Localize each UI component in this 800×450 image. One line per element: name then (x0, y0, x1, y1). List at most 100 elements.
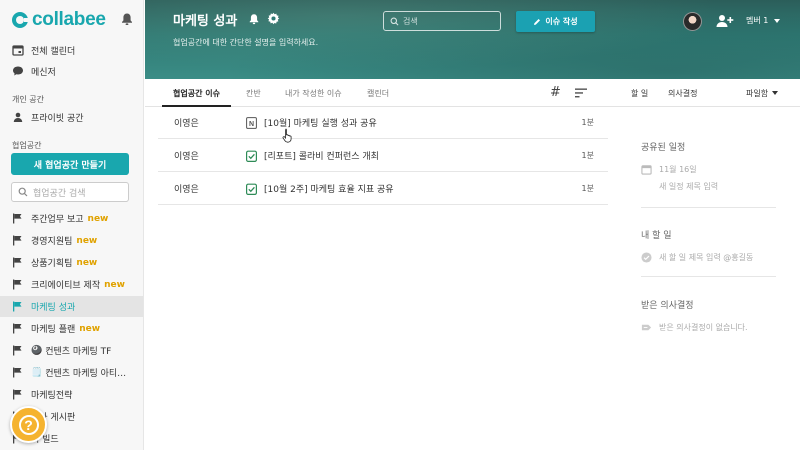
sidebar-space-label: 마케팅전략 (31, 391, 73, 401)
issue-author: 이영은 (174, 119, 199, 129)
sidebar-space-label: 크리에이티브 제작 (31, 281, 101, 291)
new-badge: new (79, 323, 101, 334)
gear-icon[interactable] (267, 12, 280, 25)
space-header: 마케팅 성과 협업공간에 대한 간단한 설명을 입력하세요. 검색 이슈 작성 … (145, 0, 800, 79)
avatar[interactable] (683, 12, 702, 31)
search-icon (18, 187, 28, 197)
brand-logo[interactable]: collabee (12, 9, 134, 31)
sidebar-space-item[interactable]: 상품기획팀 new (0, 252, 143, 273)
sidebar-space-item[interactable]: 🗒️ 컨텐츠 마케팅 아티… (0, 362, 143, 383)
calendar-icon (641, 165, 652, 175)
issue-author: 이영은 (174, 185, 199, 195)
sidebar-space-item[interactable]: 주간업무 보고 new (0, 208, 143, 229)
search-placeholder: 검색 (403, 16, 418, 26)
notification-bell-icon[interactable] (120, 12, 134, 26)
search-placeholder: 협업공간 검색 (33, 188, 86, 199)
chat-bubble-icon (12, 65, 24, 77)
caret-down-icon (774, 18, 781, 23)
pencil-icon (534, 18, 541, 25)
issue-author: 이영은 (174, 152, 199, 162)
global-search-input[interactable]: 검색 (383, 11, 501, 31)
tab-files[interactable]: 파일함 (746, 79, 779, 107)
divider (641, 276, 776, 277)
tab-kanban[interactable]: 칸반 (246, 79, 261, 107)
space-search-input[interactable]: 협업공간 검색 (11, 182, 129, 202)
page-title: 마케팅 성과 (173, 14, 238, 29)
page-subtitle[interactable]: 협업공간에 대한 간단한 설명을 입력하세요. (173, 37, 318, 48)
sidebar-item-label: 전체 캘린더 (31, 46, 76, 57)
issue-row[interactable]: 이영은 N [10월] 마케팅 실행 성과 공유 1분 (158, 107, 608, 139)
sidebar-item-messenger[interactable]: 메신저 (12, 61, 140, 81)
help-button[interactable]: ? (10, 406, 47, 443)
sidebar-item-calendar[interactable]: 전체 캘린더 (12, 40, 140, 60)
received-decisions-title: 받은 의사결정 (641, 301, 694, 311)
member-dropdown[interactable]: 멤버 1 (746, 15, 781, 26)
new-badge: new (76, 257, 98, 268)
help-icon: ? (18, 414, 39, 435)
tab-decisions[interactable]: 의사결정 (668, 79, 697, 107)
mouse-pointer-hand-icon (282, 128, 292, 143)
sidebar-space-label: 경영지원팀 (31, 237, 73, 247)
flag-icon (13, 257, 22, 268)
flag-icon (13, 235, 22, 246)
flag-icon (13, 213, 22, 224)
collab-section-label: 협업공간 (12, 141, 42, 150)
new-badge: new (76, 235, 98, 246)
sidebar-space-item[interactable]: 마케팅 플랜 new (0, 318, 143, 339)
issue-tabs-bar: 협업공간 이슈 칸반 내가 작성한 이슈 캘린더 # 할 일 의사결정 파일함 (145, 79, 800, 107)
tab-my-issues[interactable]: 내가 작성한 이슈 (285, 79, 342, 107)
todo-placeholder: 새 할 일 제목 입력 @홍길동 (659, 253, 754, 262)
sidebar-item-label: 메신저 (31, 67, 56, 78)
tab-todo[interactable]: 할 일 (631, 79, 648, 107)
sidebar-item-label: 프라이빗 공간 (31, 113, 84, 124)
issue-time: 1분 (581, 184, 594, 193)
decision-tag-icon (641, 324, 652, 331)
new-badge: new (104, 279, 125, 290)
new-space-button[interactable]: 새 협업공간 만들기 (11, 153, 129, 175)
sidebar-space-label: 컨텐츠 마케팅 TF (45, 347, 112, 357)
create-issue-button[interactable]: 이슈 작성 (516, 11, 595, 32)
issue-row[interactable]: 이영은 [리포트] 콜라비 컨퍼런스 개최 1분 (158, 140, 608, 172)
decision-empty-text: 받은 의사결정이 없습니다. (659, 323, 748, 332)
create-issue-label: 이슈 작성 (545, 17, 578, 26)
sidebar-space-item[interactable]: 마케팅전략 (0, 384, 143, 405)
sidebar-space-item[interactable]: 🎱 컨텐츠 마케팅 TF (0, 340, 143, 361)
note-icon: N (246, 117, 257, 129)
member-label: 멤버 1 (746, 16, 769, 25)
checkbox-icon (246, 183, 257, 195)
sidebar-space-item[interactable]: 크리에이티브 제작 new (0, 274, 143, 295)
issue-title[interactable]: [10월 2주] 마케팅 효율 지표 공유 (264, 182, 394, 195)
sidebar-item-private-space[interactable]: 프라이빗 공간 (12, 107, 140, 127)
issue-title[interactable]: [리포트] 콜라비 컨퍼런스 개최 (264, 149, 379, 162)
add-user-icon[interactable] (716, 14, 734, 28)
sidebar-space-item[interactable]: 경영지원팀 new (0, 230, 143, 251)
sidebar: collabee 전체 캘린더 메신저 개인 공간 프라이빗 공간 협업공간 새… (0, 0, 144, 450)
tab-files-label: 파일함 (746, 88, 769, 98)
brand-name: collabee (32, 9, 106, 30)
flag-icon (13, 323, 22, 334)
sort-icon[interactable] (575, 88, 587, 98)
decision-empty-state: 받은 의사결정이 없습니다. (641, 322, 748, 333)
checkbox-icon (246, 150, 257, 162)
divider (641, 207, 776, 208)
sidebar-space-label: 상품기획팀 (31, 259, 73, 269)
collabee-logo-icon (12, 12, 29, 28)
new-todo-input[interactable]: 새 할 일 제목 입력 @홍길동 (641, 252, 753, 263)
tab-calendar[interactable]: 캘린더 (367, 79, 389, 107)
sidebar-space-item[interactable]: 마케팅 성과 (0, 296, 143, 317)
schedule-date-field[interactable]: 11월 16일 (641, 164, 697, 175)
svg-text:N: N (249, 121, 254, 128)
issue-title[interactable]: [10월] 마케팅 실행 성과 공유 (264, 116, 377, 129)
sidebar-space-label: 컨텐츠 마케팅 아티… (45, 369, 127, 379)
sidebar-space-label: 주간업무 보고 (31, 215, 84, 225)
personal-section-label: 개인 공간 (12, 95, 44, 104)
sidebar-space-label: 마케팅 성과 (31, 303, 76, 313)
tab-space-issues[interactable]: 협업공간 이슈 (173, 79, 220, 107)
new-schedule-input[interactable]: 새 일정 제목 입력 (659, 181, 718, 192)
flag-icon (13, 301, 22, 312)
space-notification-bell-icon[interactable] (248, 13, 260, 25)
check-circle-icon (641, 252, 652, 263)
hashtag-filter-icon[interactable]: # (550, 85, 561, 100)
space-emoji-icon: 🗒️ (31, 367, 43, 378)
issue-row[interactable]: 이영은 [10월 2주] 마케팅 효율 지표 공유 1분 (158, 173, 608, 205)
